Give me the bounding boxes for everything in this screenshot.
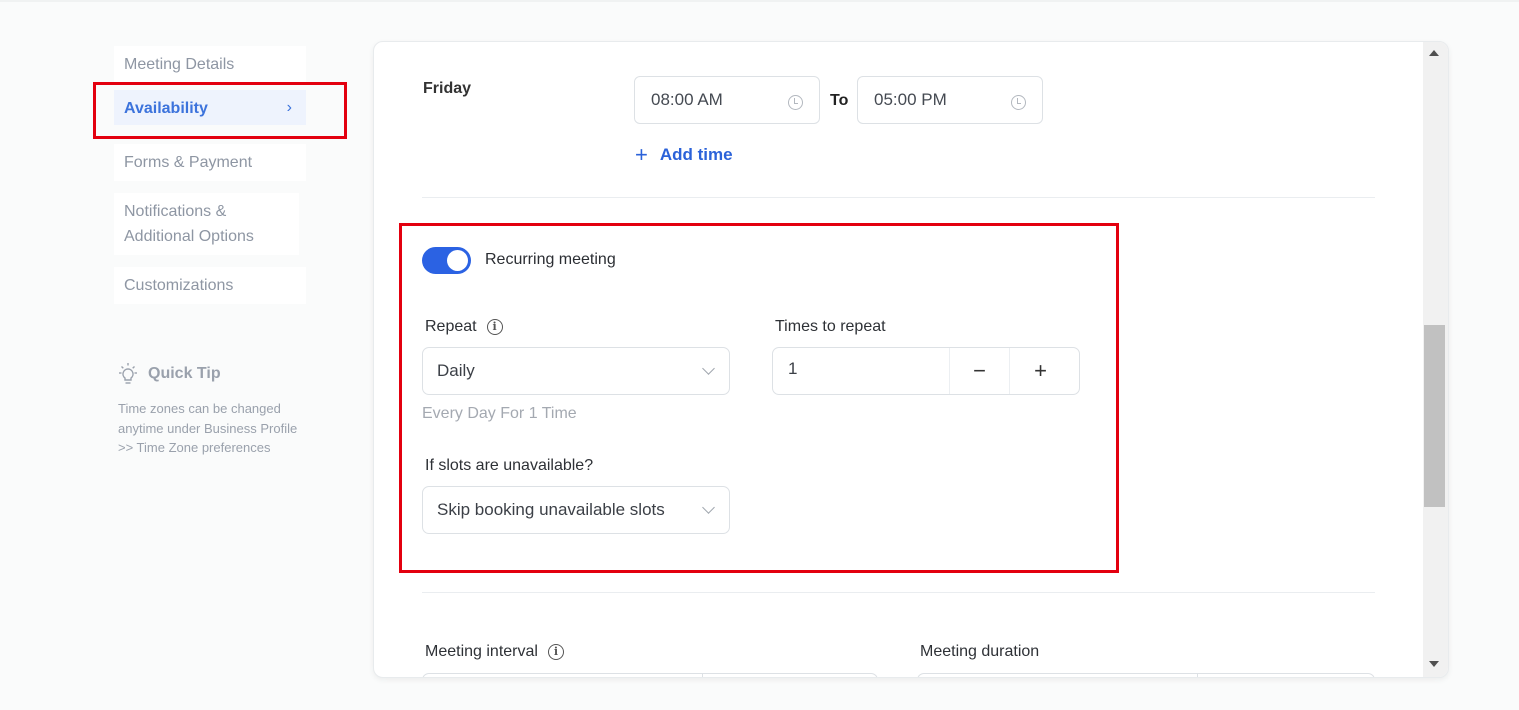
end-time-value: 05:00 PM [874,90,947,109]
sidebar-item-label: Notifications & Additional Options [124,203,254,245]
unavailable-label: If slots are unavailable? [425,457,594,474]
divider [422,592,1375,593]
chevron-down-icon [702,362,715,375]
meeting-duration-label: Meeting duration [920,643,1040,660]
input-divider [1197,673,1198,677]
scroll-up-icon[interactable] [1429,50,1439,56]
unavailable-select[interactable]: Skip booking unavailable slots [422,486,730,534]
repeat-label-row: Repeat i [425,318,503,336]
recurring-toggle[interactable] [422,247,471,274]
info-icon[interactable]: i [486,319,503,335]
sidebar-item-availability[interactable]: Availability › [114,90,306,125]
add-time-button[interactable]: + Add time [635,144,733,166]
sidebar-item-notifications[interactable]: Notifications & Additional Options [114,193,299,255]
times-to-repeat-label: Times to repeat [775,318,886,335]
sidebar-item-forms-payment[interactable]: Forms & Payment [114,144,306,181]
sidebar-item-label: Customizations [124,277,234,294]
clock-icon [1011,95,1026,110]
input-divider [702,673,703,677]
day-label: Friday [423,80,472,97]
meeting-duration-input[interactable] [917,673,1375,677]
divider [422,197,1375,198]
toggle-knob [447,250,468,271]
chevron-down-icon [702,501,715,514]
meeting-interval-label: Meeting interval [425,643,538,660]
plus-icon: + [635,142,648,167]
recurring-label: Recurring meeting [485,251,616,268]
quick-tip-text: Time zones can be changed anytime under … [118,401,298,455]
add-time-label: Add time [659,145,733,164]
start-time-value: 08:00 AM [651,90,723,109]
availability-card: Friday 08:00 AM To 05:00 PM + Add time R… [373,41,1449,678]
times-to-repeat-input[interactable]: 1 [788,359,797,379]
repeat-hint: Every Day For 1 Time [422,405,577,422]
decrement-button[interactable]: − [949,348,1009,394]
repeat-select[interactable]: Daily [422,347,730,395]
clock-icon [788,95,803,110]
interval-label-row: Meeting interval i [425,643,564,661]
meeting-interval-input[interactable] [422,673,878,677]
sidebar-item-label: Meeting Details [124,56,235,73]
sidebar-item-label: Forms & Payment [124,154,253,171]
sidebar-item-customizations[interactable]: Customizations [114,267,306,304]
sidebar-item-label: Availability [124,100,208,117]
increment-button[interactable]: + [1009,348,1071,394]
end-time-input[interactable]: 05:00 PM [857,76,1043,124]
repeat-label: Repeat [425,318,477,335]
chevron-right-icon: › [286,99,292,116]
repeat-value: Daily [437,361,475,380]
lightbulb-icon [116,362,138,386]
sidebar-item-meeting-details[interactable]: Meeting Details [114,46,306,83]
times-to-repeat-stepper: 1 − + [772,347,1080,395]
info-icon[interactable]: i [547,644,564,660]
scrollbar-thumb[interactable] [1424,325,1445,507]
start-time-input[interactable]: 08:00 AM [634,76,820,124]
to-label: To [830,92,849,109]
quick-tip-header: Quick Tip [116,362,221,386]
unavailable-value: Skip booking unavailable slots [437,500,665,519]
card-content: Friday 08:00 AM To 05:00 PM + Add time R… [374,42,1424,677]
top-border [0,0,1519,2]
quick-tip-title: Quick Tip [148,365,221,382]
scroll-down-icon[interactable] [1429,661,1439,667]
